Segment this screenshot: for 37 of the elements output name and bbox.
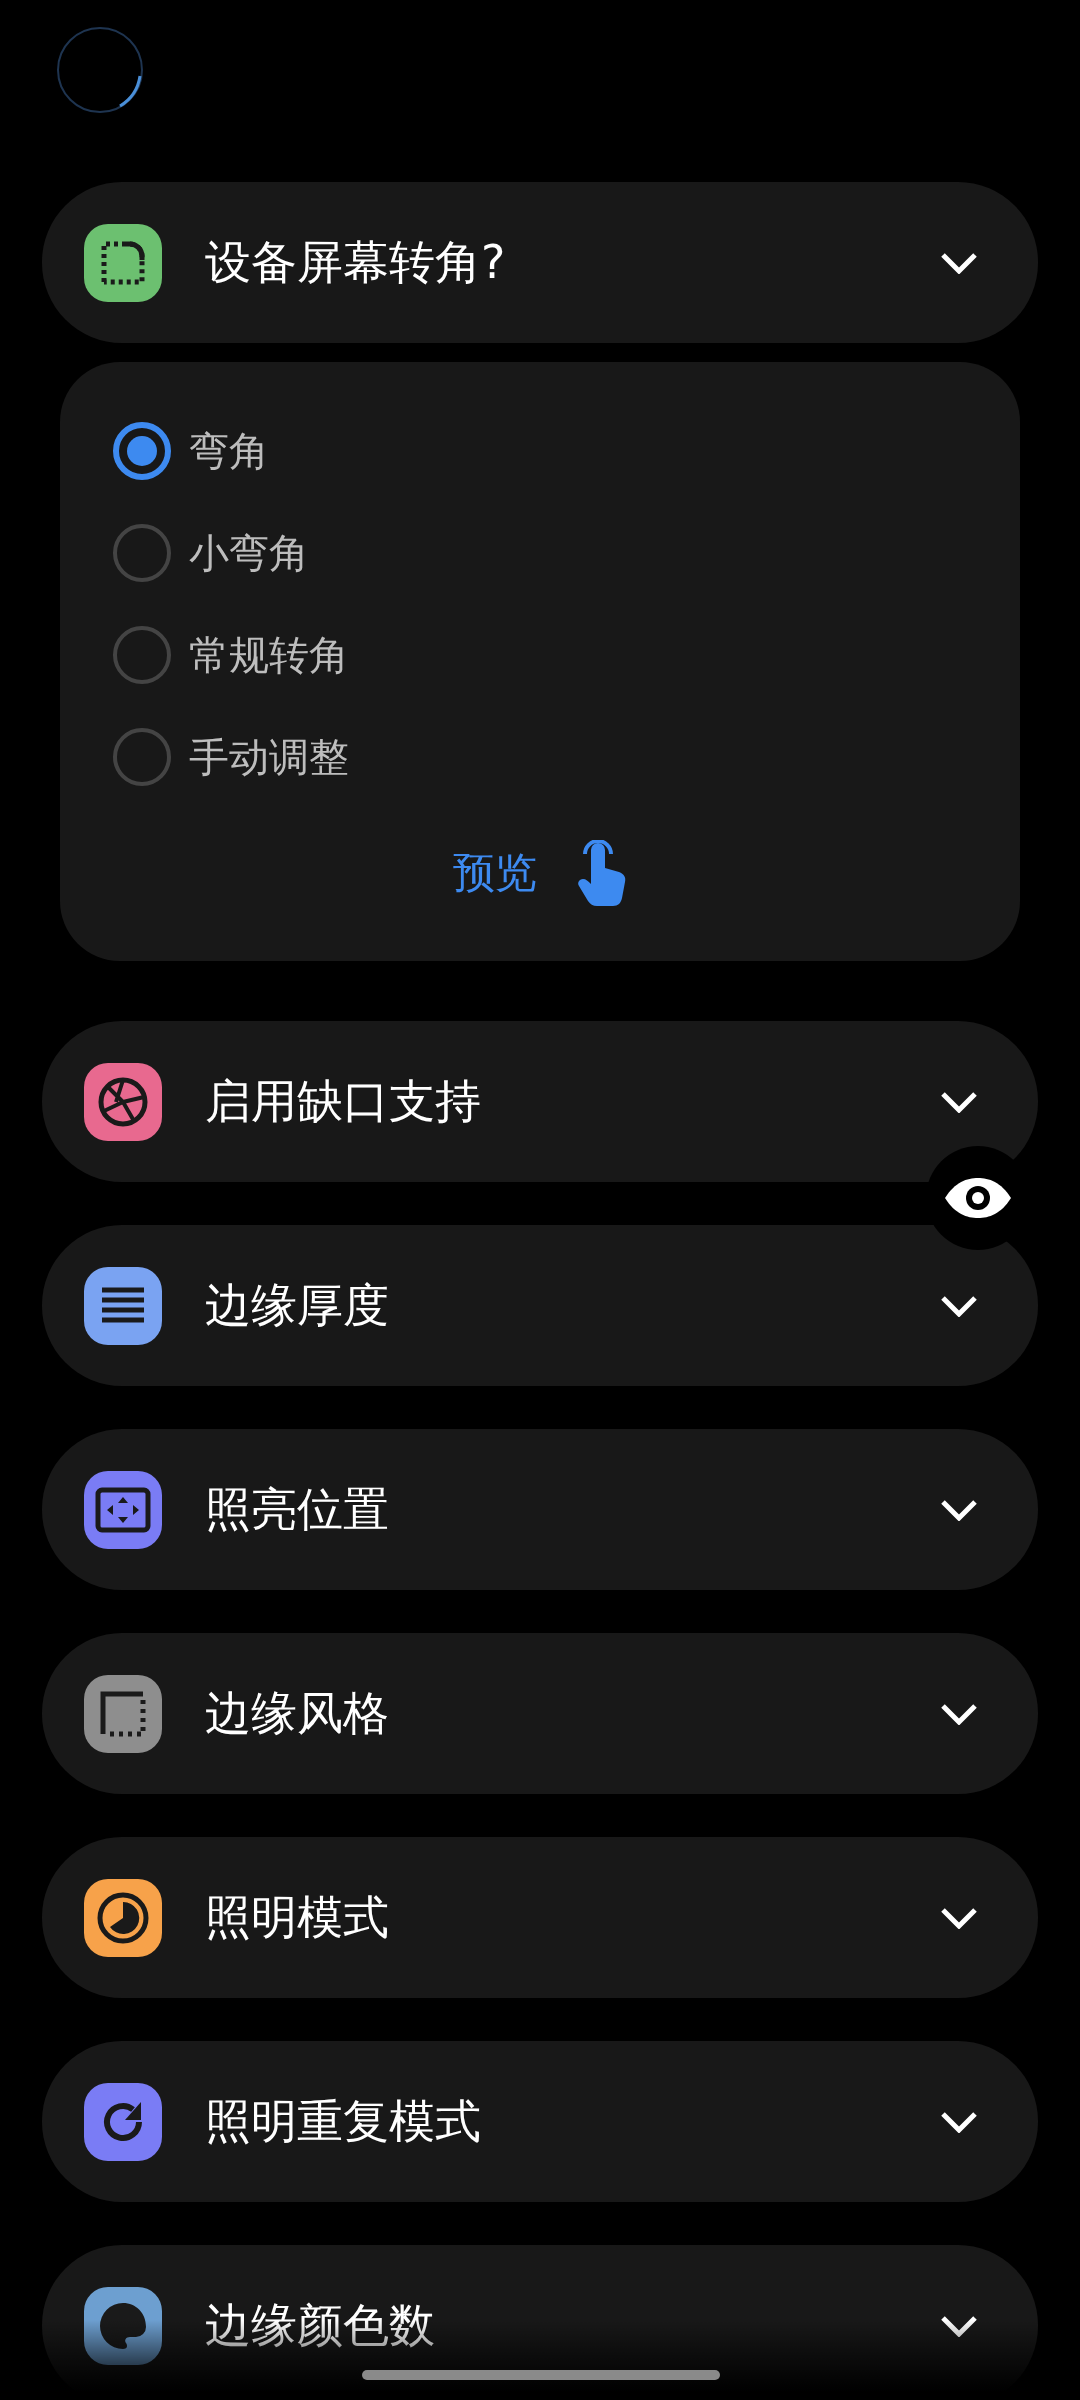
card-title: 照明模式 — [205, 1888, 390, 1946]
card-title: 照明重复模式 — [205, 2092, 482, 2150]
card-title: 边缘风格 — [205, 1684, 390, 1742]
card-title: 设备屏幕转角? — [205, 233, 507, 291]
radio-button[interactable] — [113, 728, 171, 786]
preview-button[interactable]: 预览 — [453, 845, 537, 901]
card-title: 边缘颜色数 — [205, 2296, 436, 2354]
loading-ring-icon — [56, 26, 144, 114]
settings-card[interactable]: 照明模式 — [42, 1837, 1038, 1998]
tap-hand-icon — [577, 840, 627, 906]
chevron-down-icon[interactable] — [940, 2110, 978, 2133]
option-label: 常规转角 — [189, 630, 349, 680]
fullscreen-frame-icon — [95, 1486, 151, 1533]
settings-card[interactable]: 照明重复模式 — [42, 2041, 1038, 2202]
dotted-square-icon — [99, 1689, 147, 1738]
settings-card[interactable]: 启用缺口支持 — [42, 1021, 1038, 1182]
settings-card[interactable]: 照亮位置 — [42, 1429, 1038, 1590]
card-title: 边缘厚度 — [205, 1276, 390, 1334]
chevron-down-icon[interactable] — [940, 2314, 978, 2337]
option-label: 弯角 — [189, 426, 269, 476]
settings-card[interactable]: 设备屏幕转角? — [42, 182, 1038, 343]
settings-card[interactable]: 边缘厚度 — [42, 1225, 1038, 1386]
card-title: 照亮位置 — [205, 1480, 390, 1538]
chevron-down-icon[interactable] — [940, 1294, 978, 1317]
chevron-down-icon[interactable] — [940, 1090, 978, 1113]
radio-button[interactable] — [113, 422, 171, 480]
option-label: 小弯角 — [189, 528, 309, 578]
chevron-down-icon[interactable] — [940, 1906, 978, 1929]
radio-button[interactable] — [113, 626, 171, 684]
card-title: 启用缺口支持 — [205, 1072, 482, 1130]
chevron-down-icon[interactable] — [940, 1702, 978, 1725]
radio-button[interactable] — [113, 524, 171, 582]
settings-card[interactable]: 边缘风格 — [42, 1633, 1038, 1794]
option-label: 手动调整 — [189, 732, 349, 782]
chevron-down-icon[interactable] — [940, 1498, 978, 1521]
lines-icon — [100, 1285, 146, 1326]
chevron-down-icon[interactable] — [940, 251, 978, 274]
